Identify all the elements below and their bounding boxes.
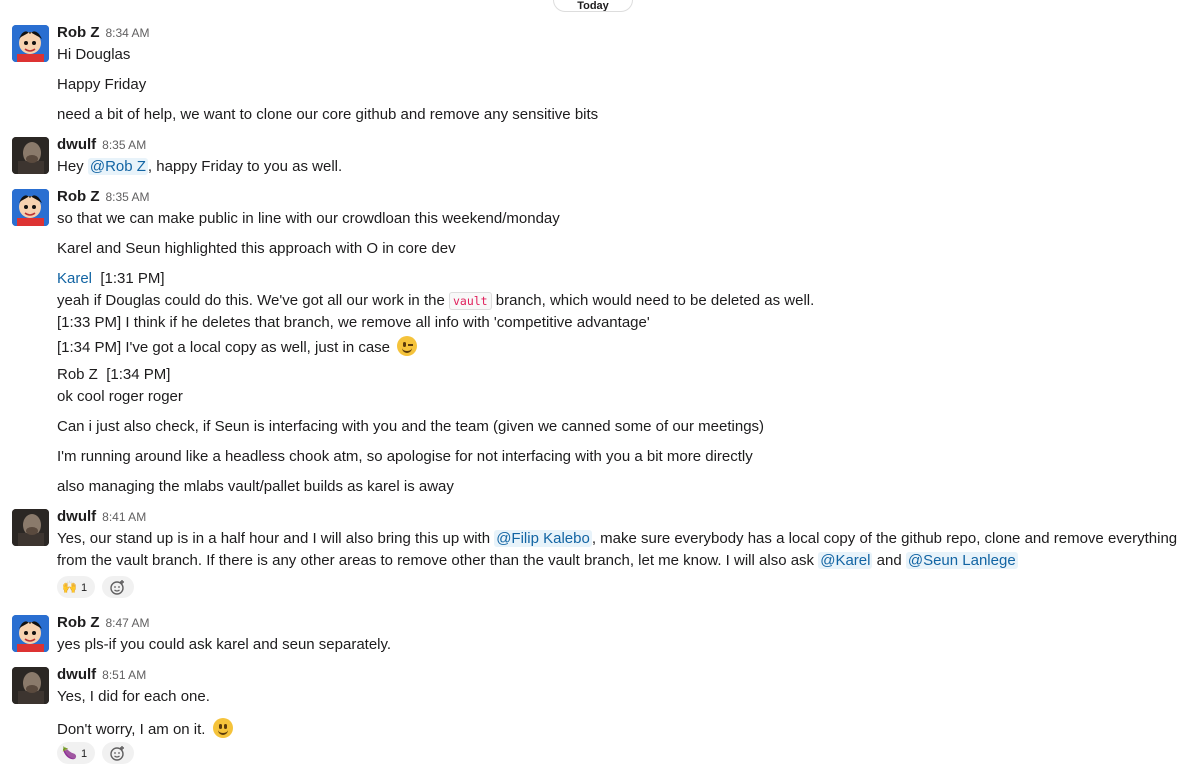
quote-author-link[interactable]: Karel [57,270,92,287]
reaction-pill[interactable]: 🍆 1 [57,742,96,764]
sender-name[interactable]: dwulf [57,666,96,683]
text-segment: from the vault branch. If there is any o… [57,552,819,569]
message-header: Rob Z 8:35 AM [57,188,150,205]
quote-header: Rob Z [1:34 PM] [57,366,170,383]
text-segment: [1:34 PM] I've got a local copy as well,… [57,339,391,356]
message-text: Hi Douglas [57,46,131,63]
sender-name[interactable]: Rob Z [57,188,100,205]
avatar[interactable] [12,509,49,546]
avatar[interactable] [12,137,49,174]
timestamp[interactable]: 8:35 AM [102,138,146,152]
reaction-pill[interactable]: 🙌 1 [57,576,96,598]
text-segment: Don't worry, I am on it. [57,721,206,738]
smile-emoji-icon [212,718,233,738]
sender-name[interactable]: Rob Z [57,24,100,41]
quote-author: Rob Z [57,366,98,383]
message-text: Hey @Rob Z, happy Friday to you as well. [57,158,342,175]
text-segment: yeah if Douglas could do this. We've got… [57,292,449,309]
raised-hands-icon: 🙌 [62,580,77,594]
message-text: Yes, our stand up is in a half hour and … [57,530,1177,547]
avatar[interactable] [12,189,49,226]
sender-name[interactable]: dwulf [57,136,96,153]
timestamp[interactable]: 8:51 AM [102,668,146,682]
message-text: also managing the mlabs vault/pallet bui… [57,478,454,495]
message-text: [1:33 PM] I think if he deletes that bra… [57,314,650,331]
user-mention[interactable]: @Rob Z [87,158,148,175]
message-header: Rob Z 8:34 AM [57,24,150,41]
text-segment: , make sure everybody has a local copy o… [591,530,1178,547]
quote-time: [1:34 PM] [106,366,171,383]
message-text: so that we can make public in line with … [57,210,560,227]
quote-header: Karel [1:31 PM] [57,270,165,287]
day-divider[interactable]: Today [553,0,633,12]
add-reaction-button[interactable] [102,576,134,598]
message-text: from the vault branch. If there is any o… [57,552,1018,569]
text-segment: , happy Friday to you as well. [147,158,343,175]
text-segment: Yes, our stand up is in a half hour and … [57,530,495,547]
message-header: dwulf 8:51 AM [57,666,146,683]
add-reaction-button[interactable] [102,742,134,764]
add-reaction-icon [110,580,124,595]
quote-time: [1:31 PM] [100,270,165,287]
message-text: Yes, I did for each one. [57,688,210,705]
message-text: yes pls-if you could ask karel and seun … [57,636,392,653]
message-text: yeah if Douglas could do this. We've got… [57,292,815,310]
text-segment: and [872,552,906,569]
add-reaction-icon [110,746,124,761]
message-header: Rob Z 8:47 AM [57,614,150,631]
timestamp[interactable]: 8:34 AM [106,26,150,40]
user-mention[interactable]: @Filip Kalebo [494,530,592,547]
message-text: I'm running around like a headless chook… [57,448,753,465]
message-text: need a bit of help, we want to clone our… [57,106,599,123]
message-header: dwulf 8:41 AM [57,508,146,525]
avatar[interactable] [12,615,49,652]
timestamp[interactable]: 8:41 AM [102,510,146,524]
sender-name[interactable]: dwulf [57,508,96,525]
message-text: Happy Friday [57,76,147,93]
timestamp[interactable]: 8:35 AM [106,190,150,204]
message-text: Can i just also check, if Seun is interf… [57,418,765,435]
text-segment: branch, which would need to be deleted a… [491,292,815,309]
timestamp[interactable]: 8:47 AM [106,616,150,630]
user-mention[interactable]: @Seun Lanlege [905,552,1018,569]
message-text: Karel and Seun highlighted this approach… [57,240,456,257]
eggplant-icon: 🍆 [62,746,77,760]
avatar[interactable] [12,25,49,62]
inline-code: vault [448,292,492,310]
reaction-count: 1 [80,582,88,594]
message-text: ok cool roger roger [57,388,183,405]
reaction-count: 1 [80,748,88,760]
message-text: [1:34 PM] I've got a local copy as well,… [57,336,418,356]
message-header: dwulf 8:35 AM [57,136,146,153]
text-segment: Hey [57,158,88,175]
sender-name[interactable]: Rob Z [57,614,100,631]
message-text: Don't worry, I am on it. [57,718,233,738]
avatar[interactable] [12,667,49,704]
wink-emoji-icon [397,336,418,356]
user-mention[interactable]: @Karel [818,552,873,569]
